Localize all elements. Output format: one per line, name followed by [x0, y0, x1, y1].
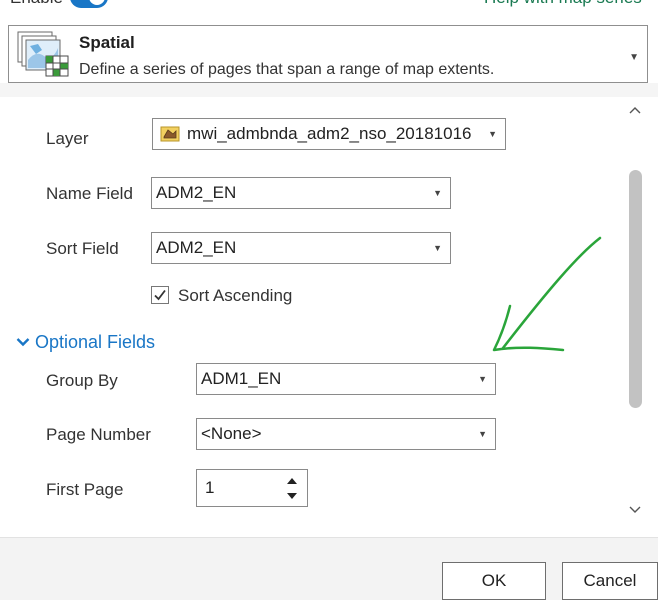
- sort-field-dropdown[interactable]: ADM2_EN ▼: [151, 232, 451, 264]
- map-series-type-description: Define a series of pages that span a ran…: [79, 61, 495, 78]
- ok-button[interactable]: OK: [442, 562, 546, 600]
- sort-ascending-label: Sort Ascending: [178, 286, 293, 305]
- increment-arrow-icon[interactable]: [285, 474, 299, 488]
- scroll-down-icon[interactable]: [626, 500, 644, 518]
- page-number-dropdown[interactable]: <None> ▼: [196, 418, 496, 450]
- page-number-value: <None>: [201, 424, 262, 443]
- optional-fields-header[interactable]: Optional Fields: [35, 332, 155, 353]
- dropdown-caret-icon: ▼: [433, 188, 442, 198]
- annotation-arrow: [492, 236, 602, 352]
- group-by-dropdown[interactable]: ADM1_EN ▼: [196, 363, 496, 395]
- polygon-layer-icon: [160, 126, 180, 142]
- dropdown-caret-icon: ▼: [488, 129, 497, 139]
- dialog-footer: [0, 537, 658, 600]
- layer-label: Layer: [46, 129, 89, 148]
- map-series-type-dropdown[interactable]: Spatial Define a series of pages that sp…: [8, 25, 648, 83]
- checkmark-icon: [154, 289, 166, 301]
- chevron-down-icon[interactable]: [16, 334, 30, 350]
- scroll-up-icon[interactable]: [626, 102, 644, 120]
- first-page-value: 1: [205, 478, 215, 497]
- sort-field-label: Sort Field: [46, 239, 119, 258]
- enable-label: Enable: [10, 0, 63, 8]
- name-field-value: ADM2_EN: [156, 183, 237, 202]
- spatial-map-series-icon: [17, 31, 69, 77]
- layer-value: mwi_admbnda_adm2_nso_20181016: [187, 124, 472, 143]
- help-link[interactable]: Help with map series: [484, 0, 642, 8]
- group-by-label: Group By: [46, 371, 118, 390]
- dropdown-caret-icon: ▼: [629, 52, 639, 63]
- dropdown-caret-icon: ▼: [433, 243, 442, 253]
- layer-dropdown[interactable]: mwi_admbnda_adm2_nso_20181016 ▼: [152, 118, 506, 150]
- page-number-label: Page Number: [46, 425, 151, 444]
- sort-ascending-checkbox[interactable]: [151, 286, 169, 304]
- enable-toggle[interactable]: [70, 0, 108, 8]
- toggle-knob: [89, 0, 105, 5]
- decrement-arrow-icon[interactable]: [285, 489, 299, 503]
- first-page-input[interactable]: 1: [196, 469, 308, 507]
- dropdown-caret-icon: ▼: [478, 374, 487, 384]
- name-field-dropdown[interactable]: ADM2_EN ▼: [151, 177, 451, 209]
- dropdown-caret-icon: ▼: [478, 429, 487, 439]
- group-by-value: ADM1_EN: [201, 369, 282, 388]
- sort-field-value: ADM2_EN: [156, 238, 237, 257]
- map-series-type-title: Spatial: [79, 33, 135, 52]
- separator-band: [0, 83, 658, 97]
- scrollbar-thumb[interactable]: [629, 170, 642, 408]
- name-field-label: Name Field: [46, 184, 133, 203]
- cancel-button[interactable]: Cancel: [562, 562, 658, 600]
- first-page-label: First Page: [46, 480, 124, 499]
